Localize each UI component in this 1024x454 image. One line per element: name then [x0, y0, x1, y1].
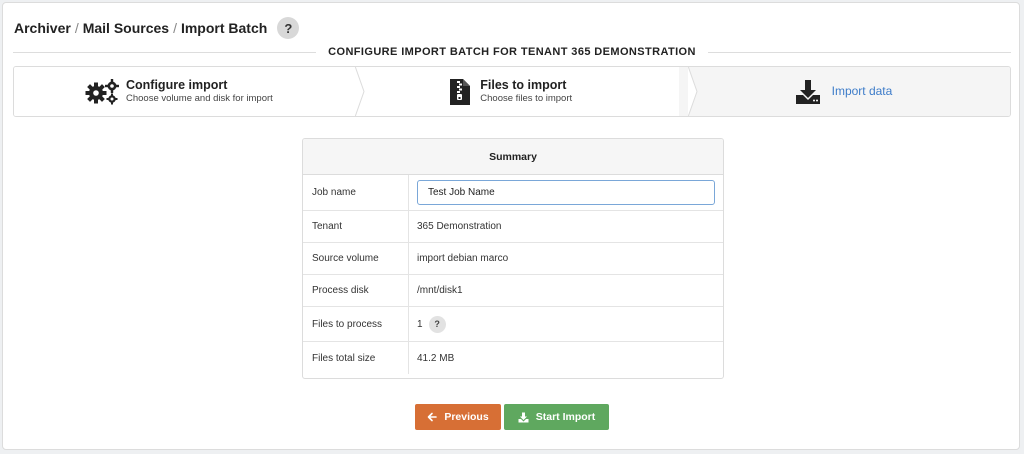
- previous-button[interactable]: Previous: [415, 404, 501, 430]
- divider: [707, 51, 1011, 53]
- row-label: Job name: [303, 175, 409, 210]
- table-row: Files total size 41.2 MB: [303, 342, 723, 374]
- step-title: Configure import: [126, 78, 228, 92]
- breadcrumb-separator: /: [74, 20, 79, 36]
- step-subtitle: Choose files to import: [480, 93, 573, 104]
- divider: [13, 51, 317, 53]
- section-title: CONFIGURE IMPORT BATCH FOR TENANT 365 DE…: [13, 43, 1011, 61]
- table-row: Job name: [303, 175, 723, 211]
- help-icon[interactable]: ?: [277, 17, 300, 39]
- row-value: import debian marco: [417, 253, 509, 264]
- section-title-text: CONFIGURE IMPORT BATCH FOR TENANT 365 DE…: [328, 46, 696, 58]
- table-row: Files to process 1 ?: [303, 307, 723, 342]
- row-value: 41.2 MB: [417, 352, 455, 364]
- row-value: /mnt/disk1: [417, 285, 463, 296]
- main-card: Archiver / Mail Sources / Import Batch ?…: [2, 2, 1020, 450]
- step-subtitle: Choose volume and disk for import: [126, 93, 273, 104]
- arrow-left-icon: [427, 412, 438, 422]
- row-value: 365 Demonstration: [417, 221, 502, 232]
- row-label: Process disk: [303, 275, 409, 306]
- row-value: 1: [417, 318, 423, 330]
- download-icon: [795, 79, 821, 105]
- job-name-input[interactable]: [417, 180, 715, 205]
- row-label: Source volume: [303, 243, 409, 274]
- wizard-steps: Configure import Choose volume and disk …: [13, 66, 1011, 117]
- previous-button-label: Previous: [444, 411, 489, 423]
- start-import-button[interactable]: Start Import: [504, 404, 609, 430]
- step-configure-import[interactable]: Configure import Choose volume and disk …: [14, 67, 365, 116]
- download-icon: [518, 412, 529, 423]
- breadcrumb-import-batch: Import Batch: [180, 20, 268, 36]
- row-label: Files total size: [303, 342, 409, 374]
- table-row: Source volume import debian marco: [303, 243, 723, 275]
- step-title: Files to import: [480, 78, 567, 92]
- table-row: Tenant 365 Demonstration: [303, 211, 723, 243]
- help-icon[interactable]: ?: [428, 315, 446, 333]
- summary-title: Summary: [303, 139, 723, 175]
- table-row: Process disk /mnt/disk1: [303, 275, 723, 307]
- row-label: Tenant: [303, 211, 409, 242]
- start-import-button-label: Start Import: [535, 411, 596, 423]
- summary-table: Summary Job name Tenant 365 Demonstratio…: [302, 138, 724, 379]
- breadcrumb: Archiver / Mail Sources / Import Batch ?: [14, 17, 300, 39]
- step-title: Import data: [831, 84, 893, 98]
- zip-file-icon: [449, 78, 471, 106]
- gears-icon: [84, 78, 120, 106]
- row-label: Files to process: [303, 307, 409, 341]
- breadcrumb-mail-sources[interactable]: Mail Sources: [83, 20, 169, 36]
- breadcrumb-separator: /: [173, 20, 177, 36]
- step-import-data[interactable]: Import data: [678, 67, 1010, 116]
- step-files-to-import[interactable]: Files to import Choose files to import: [346, 67, 698, 116]
- breadcrumb-archiver[interactable]: Archiver: [14, 20, 71, 36]
